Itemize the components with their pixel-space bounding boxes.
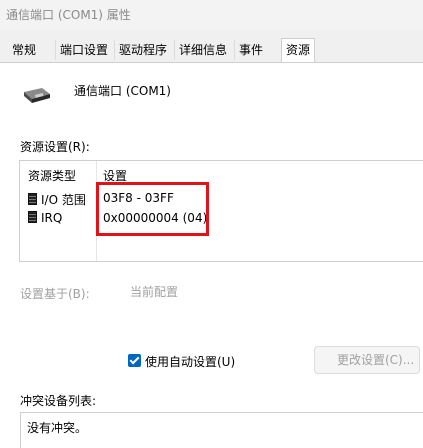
chip-icon bbox=[28, 193, 37, 205]
resource-row-irq-type[interactable]: IRQ bbox=[28, 211, 62, 225]
auto-settings-label[interactable]: 使用自动设置(U) bbox=[145, 353, 235, 370]
resource-type-label: I/O 范围 bbox=[41, 193, 86, 207]
tab-general[interactable]: 常规 bbox=[8, 40, 40, 60]
resource-type-label: IRQ bbox=[41, 211, 63, 225]
conflict-text: 没有冲突。 bbox=[27, 421, 88, 435]
tab-events[interactable]: 事件 bbox=[234, 40, 267, 60]
change-settings-button[interactable]: 更改设置(C)... bbox=[314, 346, 420, 374]
chip-icon bbox=[28, 211, 37, 223]
auto-settings-checkbox[interactable] bbox=[128, 354, 141, 367]
tab-details[interactable]: 详细信息 bbox=[174, 40, 231, 60]
tab-driver[interactable]: 驱动程序 bbox=[114, 40, 171, 60]
based-on-label: 设置基于(B): bbox=[20, 287, 90, 301]
tab-port-settings[interactable]: 端口设置 bbox=[55, 40, 112, 60]
resource-row-io-type[interactable]: I/O 范围 bbox=[28, 191, 86, 208]
based-on-select[interactable]: 当前配置 bbox=[130, 283, 423, 303]
column-header-type[interactable]: 资源类型 bbox=[28, 167, 76, 184]
highlight-box bbox=[96, 182, 209, 236]
resource-list[interactable]: 资源类型 设置 I/O 范围 03F8 - 03FF IRQ 0x0000000… bbox=[19, 160, 423, 262]
window-title: 通信端口 (COM1) 属性 bbox=[6, 8, 131, 22]
resource-settings-label: 资源设置(R): bbox=[20, 140, 90, 154]
tab-resources[interactable]: 资源 bbox=[281, 38, 316, 63]
serial-port-icon bbox=[24, 88, 50, 103]
tab-strip: 常规 端口设置 驱动程序 详细信息 事件 资源 bbox=[0, 38, 423, 63]
conflict-list: 没有冲突。 bbox=[20, 412, 423, 448]
device-name: 通信端口 (COM1) bbox=[74, 84, 171, 98]
title-bar: 通信端口 (COM1) 属性 bbox=[0, 0, 423, 30]
conflict-list-label: 冲突设备列表: bbox=[20, 394, 97, 408]
